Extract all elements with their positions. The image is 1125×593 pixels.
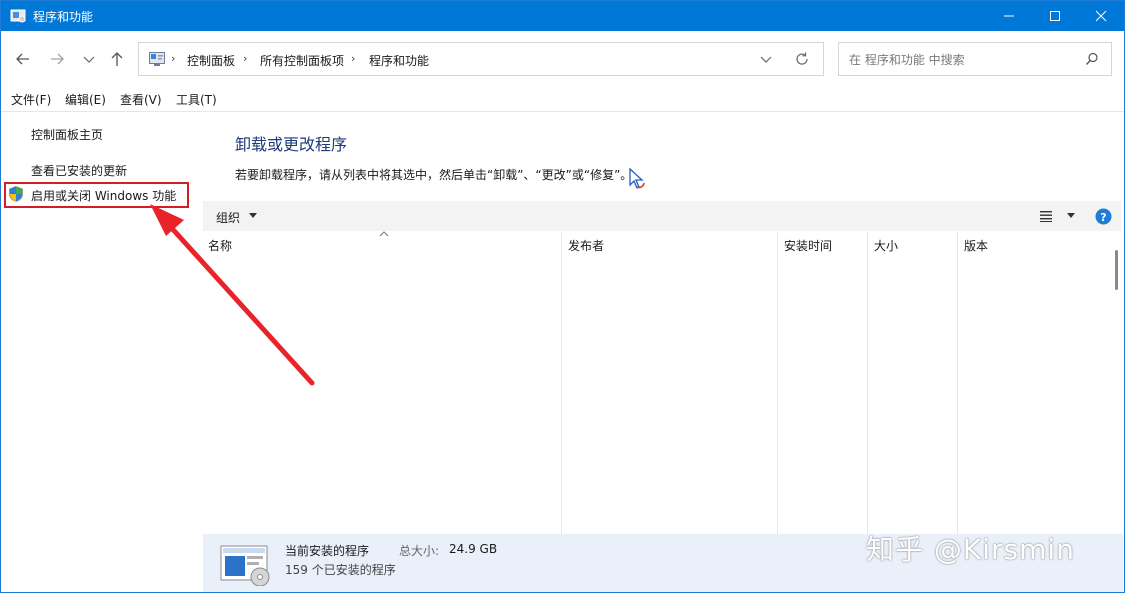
details-title: 当前安装的程序 (285, 544, 370, 558)
chevron-down-icon (83, 56, 95, 63)
refresh-icon[interactable] (794, 51, 810, 67)
command-toolbar: 组织 ? (203, 201, 1121, 231)
up-button[interactable] (107, 49, 129, 71)
search-icon[interactable] (1085, 52, 1099, 66)
programs-app-icon (10, 9, 26, 23)
column-divider[interactable] (777, 232, 778, 536)
recent-locations-button[interactable] (81, 49, 103, 71)
minimize-icon (1004, 15, 1014, 17)
column-header-name[interactable]: 名称 (208, 237, 232, 254)
column-divider[interactable] (561, 232, 562, 536)
column-header-publisher[interactable]: 发布者 (568, 237, 604, 254)
page-description: 若要卸载程序，请从列表中将其选中，然后单击“卸载”、“更改”或“修复”。 (235, 168, 633, 182)
program-list-headers: 名称 发布者 安装时间 大小 版本 (203, 231, 1103, 536)
svg-text:?: ? (1100, 211, 1106, 224)
maximize-icon (1050, 11, 1060, 21)
breadcrumb-separator-icon: › (171, 52, 176, 65)
navigation-bar: › 控制面板 › 所有控制面板项 › 程序和功能 (1, 31, 1124, 87)
menu-bar: 文件(F) 编辑(E) 查看(V) 工具(T) (1, 87, 1124, 112)
maximize-button[interactable] (1032, 1, 1078, 31)
search-input[interactable] (847, 49, 1081, 71)
installed-programs-icon (220, 545, 270, 586)
sidebar: 控制面板主页 查看已安装的更新 启用或关闭 Windows 功能 (1, 112, 201, 592)
scrollbar-thumb[interactable] (1115, 250, 1118, 290)
sort-ascending-icon (379, 231, 389, 237)
menu-tools[interactable]: 工具(T) (176, 91, 217, 108)
menu-file[interactable]: 文件(F) (11, 91, 51, 108)
minimize-button[interactable] (986, 1, 1032, 31)
arrow-right-icon (51, 53, 64, 65)
arrow-up-icon (111, 52, 123, 66)
arrow-left-icon (16, 53, 29, 65)
organize-button[interactable]: 组织 (216, 209, 240, 226)
total-size-value: 24.9 GB (449, 542, 498, 556)
watermark-text: 知乎 @Kirsmin (866, 533, 1075, 566)
breadcrumb-separator-icon: › (351, 52, 356, 65)
close-button[interactable] (1078, 1, 1124, 31)
main-content: 卸载或更改程序 若要卸载程序，请从列表中将其选中，然后单击“卸载”、“更改”或“… (201, 112, 1124, 592)
busy-cursor-icon (629, 167, 645, 189)
total-size-label: 总大小: (399, 544, 440, 558)
back-button[interactable] (13, 49, 35, 71)
column-header-installed-on[interactable]: 安装时间 (784, 237, 832, 254)
column-header-size[interactable]: 大小 (874, 237, 898, 254)
view-details-icon[interactable] (1040, 210, 1054, 222)
vertical-scrollbar[interactable] (1101, 232, 1121, 532)
column-header-version[interactable]: 版本 (964, 237, 988, 254)
menu-view[interactable]: 查看(V) (120, 91, 162, 108)
title-bar: 程序和功能 (1, 1, 1124, 31)
sidebar-item-installed-updates[interactable]: 查看已安装的更新 (31, 162, 127, 179)
view-options-dropdown-icon[interactable] (1067, 213, 1075, 219)
close-icon (1095, 10, 1107, 22)
highlight-annotation-box (4, 182, 189, 208)
address-bar[interactable]: › 控制面板 › 所有控制面板项 › 程序和功能 (138, 42, 824, 76)
breadcrumb-control-panel[interactable]: 控制面板 (187, 52, 235, 69)
installed-count: 159 个已安装的程序 (285, 563, 396, 577)
breadcrumb-programs[interactable]: 程序和功能 (369, 52, 429, 69)
window-title: 程序和功能 (33, 10, 94, 24)
column-divider[interactable] (867, 232, 868, 536)
forward-button[interactable] (47, 49, 69, 71)
help-icon[interactable]: ? (1095, 208, 1112, 225)
column-divider[interactable] (957, 232, 958, 536)
sidebar-item-control-panel-home[interactable]: 控制面板主页 (31, 126, 103, 143)
address-dropdown-icon[interactable] (759, 52, 773, 66)
search-box[interactable] (838, 42, 1112, 76)
control-panel-icon (149, 52, 165, 66)
menu-edit[interactable]: 编辑(E) (65, 91, 106, 108)
breadcrumb-separator-icon: › (243, 52, 248, 65)
programs-and-features-window: 程序和功能 › 控制面板 › 所有控制面板项 › 程序和功能 在 程序和功能 中… (0, 0, 1125, 593)
page-title: 卸载或更改程序 (235, 135, 348, 154)
organize-dropdown-icon[interactable] (249, 213, 257, 219)
breadcrumb-all-items[interactable]: 所有控制面板项 (260, 52, 344, 69)
